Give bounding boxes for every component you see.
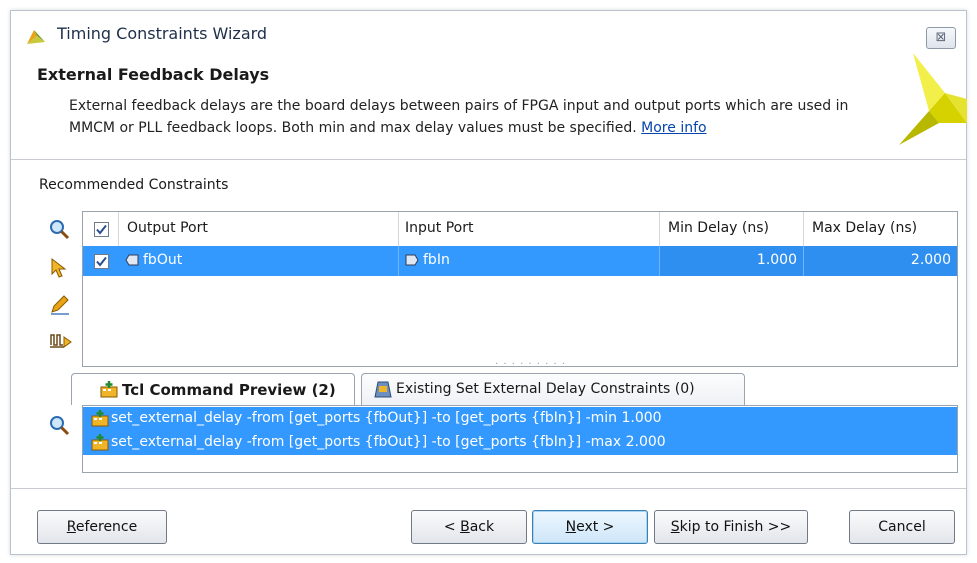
more-info-link[interactable]: More info	[641, 120, 706, 136]
wizard-window: Timing Constraints Wizard ⊠ External Fee…	[10, 10, 967, 555]
input-port-icon	[405, 254, 419, 270]
next-button[interactable]: Next >	[532, 510, 648, 544]
tab-existing-constraints[interactable]: Existing Set External Delay Constraints …	[361, 373, 745, 405]
min-delay-cell[interactable]: 1.000	[660, 246, 804, 276]
close-button[interactable]: ⊠	[926, 27, 956, 49]
input-port-value: fbIn	[423, 252, 450, 268]
xilinx-logo	[899, 53, 967, 145]
footer-divider	[11, 488, 966, 489]
title-bar: Timing Constraints Wizard ⊠	[11, 11, 966, 59]
min-delay-value: 1.000	[756, 252, 797, 268]
column-header-input-port[interactable]: Input Port	[399, 212, 660, 246]
page-description: External feedback delays are the board d…	[69, 95, 869, 139]
list-item[interactable]: set_external_delay -from [get_ports {fbO…	[83, 431, 957, 455]
recommended-constraints-label: Recommended Constraints	[39, 177, 229, 193]
table-header: Output Port Input Port Min Delay (ns) Ma…	[83, 212, 957, 247]
column-header-output-port[interactable]: Output Port	[119, 212, 399, 246]
preview-search-icon[interactable]	[49, 415, 71, 441]
row-checkbox[interactable]	[94, 254, 109, 269]
column-label: Input Port	[405, 220, 474, 236]
column-label: Max Delay (ns)	[812, 220, 918, 236]
cancel-button[interactable]: Cancel	[849, 510, 955, 544]
skip-to-finish-button[interactable]: Skip to Finish >>	[654, 510, 808, 544]
tcl-command-icon	[100, 381, 118, 399]
constraints-table: Output Port Input Port Min Delay (ns) Ma…	[82, 211, 958, 367]
table-row[interactable]: fbOut fbIn 1.000 2.000	[83, 246, 957, 276]
reference-button[interactable]: Reference	[37, 510, 167, 544]
output-port-value: fbOut	[143, 252, 183, 268]
apply-wave-icon[interactable]	[49, 329, 75, 355]
search-icon[interactable]	[49, 219, 75, 245]
bottom-tabs: Tcl Command Preview (2) Existing Set Ext…	[71, 373, 971, 405]
max-delay-value: 2.000	[910, 252, 951, 268]
column-header-max-delay[interactable]: Max Delay (ns)	[804, 212, 957, 246]
max-delay-cell[interactable]: 2.000	[804, 246, 957, 276]
tcl-preview-pane: set_external_delay -from [get_ports {fbO…	[82, 405, 958, 473]
list-item[interactable]: set_external_delay -from [get_ports {fbO…	[83, 407, 957, 431]
window-title: Timing Constraints Wizard	[57, 24, 268, 43]
tab-label: Existing Set External Delay Constraints …	[396, 381, 695, 397]
tab-label: Tcl Command Preview (2)	[122, 381, 336, 399]
column-header-min-delay[interactable]: Min Delay (ns)	[660, 212, 804, 246]
back-button[interactable]: < Back	[411, 510, 527, 544]
tab-tcl-command-preview[interactable]: Tcl Command Preview (2)	[71, 373, 355, 405]
description-text: External feedback delays are the board d…	[69, 98, 849, 136]
select-cursor-icon[interactable]	[49, 257, 75, 283]
tcl-command-icon	[91, 434, 109, 452]
page-title: External Feedback Delays	[37, 65, 270, 84]
column-label: Min Delay (ns)	[668, 220, 769, 236]
tcl-command-text: set_external_delay -from [get_ports {fbO…	[111, 410, 662, 426]
tcl-command-text: set_external_delay -from [get_ports {fbO…	[111, 434, 666, 450]
output-port-icon	[125, 254, 139, 270]
tcl-command-icon	[91, 410, 109, 428]
edit-pencil-icon[interactable]	[49, 293, 75, 319]
close-icon: ⊠	[935, 30, 947, 45]
vivado-app-icon	[25, 26, 47, 46]
header-divider	[11, 159, 966, 160]
existing-constraints-icon	[374, 381, 392, 399]
splitter-handle[interactable]: · · · · · · · · ·	[495, 359, 566, 370]
column-label: Output Port	[127, 220, 208, 236]
select-all-checkbox[interactable]	[94, 222, 109, 237]
